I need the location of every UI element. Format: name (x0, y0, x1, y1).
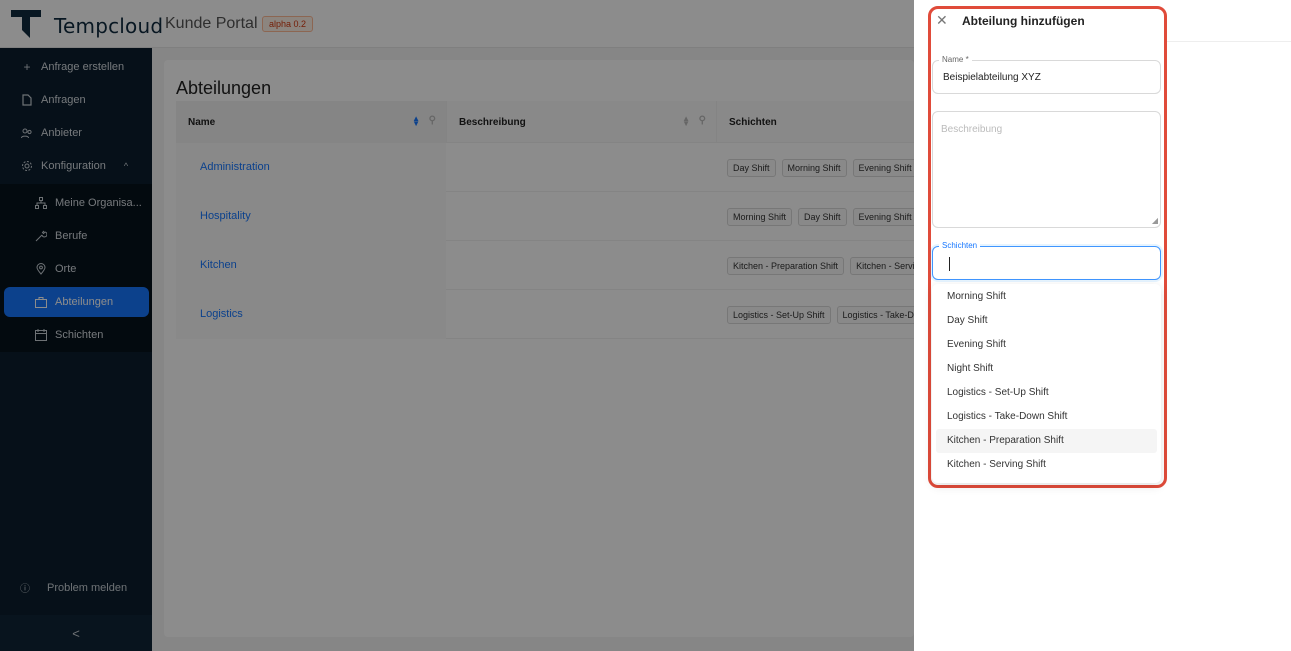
resize-handle-icon[interactable]: ◢ (1152, 216, 1158, 225)
divider (1166, 41, 1291, 42)
dropdown-option[interactable]: Day Shift (936, 309, 1157, 333)
name-field[interactable]: Name * Beispielabteilung XYZ (932, 55, 1161, 94)
dropdown-option[interactable]: Kitchen - Preparation Shift (936, 429, 1157, 453)
add-department-drawer: ✕ Abteilung hinzufügen Name * Beispielab… (914, 0, 1291, 651)
dropdown-option[interactable]: Evening Shift (936, 333, 1157, 357)
dropdown-option[interactable]: Logistics - Take-Down Shift (936, 405, 1157, 429)
close-icon[interactable]: ✕ (936, 12, 948, 29)
description-field[interactable]: Beschreibung ◢ (932, 111, 1161, 228)
drawer-mask[interactable] (0, 0, 914, 651)
description-placeholder: Beschreibung (941, 124, 1003, 135)
dropdown-option[interactable]: Morning Shift (936, 285, 1157, 309)
shifts-select[interactable]: Schichten (932, 241, 1161, 280)
dropdown-option[interactable]: Kitchen - Serving Shift (936, 453, 1157, 477)
shifts-dropdown: Morning Shift Day Shift Evening Shift Ni… (932, 284, 1161, 483)
dropdown-option[interactable]: Night Shift (936, 357, 1157, 381)
text-cursor (949, 257, 950, 271)
drawer-title: Abteilung hinzufügen (962, 14, 1085, 28)
dropdown-option[interactable]: Logistics - Set-Up Shift (936, 381, 1157, 405)
name-value: Beispielabteilung XYZ (943, 72, 1041, 83)
shifts-label: Schichten (939, 241, 981, 250)
name-label: Name * (939, 55, 972, 64)
